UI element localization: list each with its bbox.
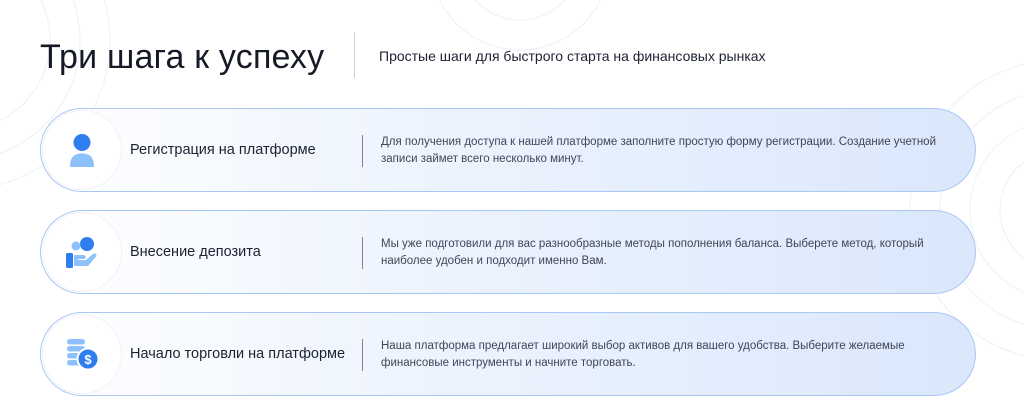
step-card-trading: $ Начало торговли на платформе Наша плат… <box>40 312 976 396</box>
step-description: Для получения доступа к нашей платформе … <box>381 136 936 165</box>
step-divider <box>362 135 363 167</box>
step-icon-circle <box>43 213 121 291</box>
title-divider <box>354 32 355 78</box>
step-title: Начало торговли на платформе <box>130 346 346 362</box>
step-card-deposit: Внесение депозита Мы уже подготовили для… <box>40 210 976 294</box>
step-divider <box>362 339 363 371</box>
deposit-icon <box>66 237 97 268</box>
svg-text:$: $ <box>84 352 92 367</box>
step-title: Регистрация на платформе <box>130 142 316 158</box>
step-icon-circle <box>43 111 121 189</box>
step-card-registration: Регистрация на платформе Для получения д… <box>40 108 976 192</box>
user-icon <box>70 134 94 167</box>
step-title: Внесение депозита <box>130 244 261 260</box>
page-title: Три шага к успеху <box>40 38 325 76</box>
step-description: Наша платформа предлагает широкий выбор … <box>381 340 905 369</box>
step-icon-circle: $ <box>43 315 121 393</box>
trading-coins-icon: $ <box>67 339 100 371</box>
step-divider <box>362 237 363 269</box>
page-subtitle: Простые шаги для быстрого старта на фина… <box>379 48 766 64</box>
step-description: Мы уже подготовили для вас разнообразные… <box>381 238 924 267</box>
section-header: Три шага к успеху Простые шаги для быстр… <box>40 30 940 82</box>
